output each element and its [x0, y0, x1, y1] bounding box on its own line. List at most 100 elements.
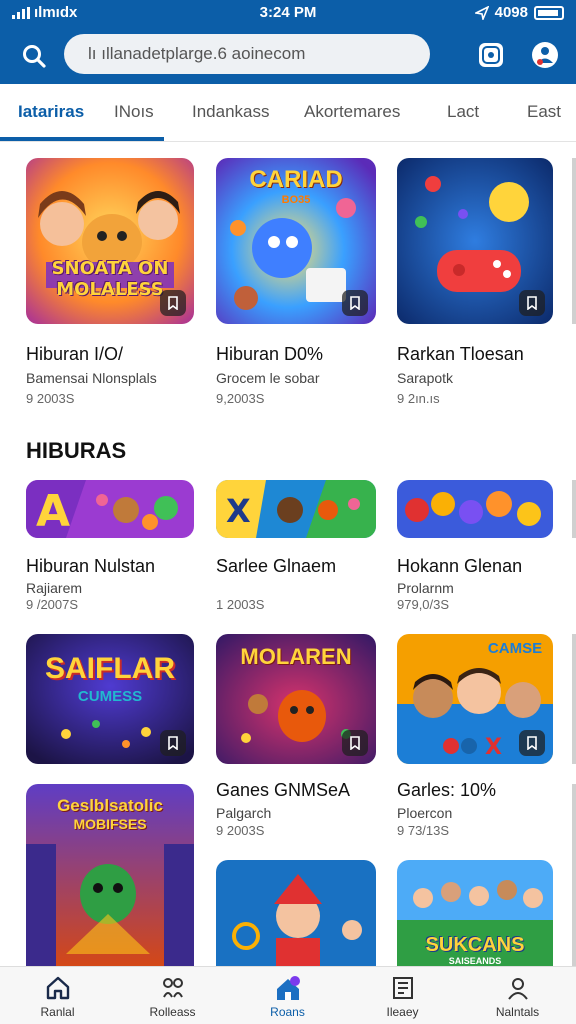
game-subtitle: Prolarnm [397, 580, 454, 596]
account-icon [532, 42, 558, 68]
next-card-peek [572, 784, 576, 966]
house-badge-icon [276, 976, 300, 1000]
game-thumbnail[interactable] [216, 860, 376, 970]
home-icon [46, 976, 69, 1000]
account-button[interactable] [528, 38, 562, 72]
profile-card-button[interactable] [474, 38, 508, 72]
bottom-navigation: Ranlal Rolleass Roans Ileaey Nalntals [0, 966, 576, 1024]
game-card[interactable]: CARIAD BO35 Hiburan D0% Grocem le sobar … [216, 158, 376, 408]
smile-card-icon [479, 43, 503, 67]
bookmark-icon [168, 736, 178, 750]
search-input[interactable]: lı ıllanadetplarge.6 aoinecom [64, 34, 430, 74]
game-thumbnail[interactable]: SUKCANS SAISEANDS [397, 860, 553, 970]
search-button[interactable] [14, 36, 54, 76]
search-input-text: lı ıllanadetplarge.6 aoinecom [88, 44, 306, 63]
game-title: Hiburan D0% [216, 344, 324, 364]
game-thumbnail[interactable]: X CAMSE [397, 634, 553, 764]
nav-ileaey[interactable]: Ileaey [345, 967, 460, 1024]
game-art-subtext: CUMESS [77, 688, 143, 705]
banner-art: X [216, 480, 376, 538]
game-thumbnail[interactable]: SAIFLAR CUMESS [26, 634, 194, 764]
game-art-text: SUKCANS [425, 934, 525, 956]
bookmark-icon [527, 296, 537, 310]
game-card[interactable]: Rarkan Tloesan Sarapotk 9 2ın.ıs [397, 158, 553, 408]
game-art-text: Geslblsatolic [57, 796, 163, 815]
tab-indankass[interactable]: Indankass [192, 102, 270, 122]
game-meta: 9 2003S [26, 391, 75, 406]
bookmark-badge[interactable] [342, 290, 368, 316]
app-header: ılmıdx 3:24 PM 4098 lı ıllanadetplarge.6… [0, 0, 576, 84]
game-banner[interactable]: X [216, 480, 376, 538]
bookmark-icon [527, 736, 537, 750]
game-meta: 1 2003S [216, 597, 265, 612]
location-icon [474, 5, 489, 20]
nav-label: Rolleass [149, 1005, 196, 1019]
game-art-text: MOLAREN [240, 644, 352, 669]
book-icon [392, 977, 413, 999]
game-art [216, 860, 376, 970]
game-banner[interactable]: A [26, 480, 194, 538]
tab-iatariras[interactable]: Iatariras [18, 102, 84, 122]
tab-east[interactable]: East [527, 102, 561, 122]
status-bar: ılmıdx 3:24 PM 4098 [0, 0, 576, 26]
bookmark-badge[interactable] [160, 730, 186, 756]
banner-art: A [26, 480, 194, 538]
game-banner[interactable] [397, 480, 553, 538]
search-icon [23, 45, 46, 68]
game-meta: 9 73/13S [397, 823, 450, 838]
game-subtitle: Bamensai Nlonsplals [26, 370, 157, 386]
game-subtitle: Ploercon [397, 805, 453, 821]
game-card[interactable]: MOLAREN Ganes GNMSeA Palgarch 9 2003S [216, 634, 376, 838]
game-card[interactable]: Hokann Glenan Prolarnm 979,0/3S [397, 480, 553, 620]
game-card[interactable]: X Sarlee Glnaem 1 2003S [216, 480, 376, 620]
nav-roans[interactable]: Roans [230, 967, 345, 1024]
nav-rolleass[interactable]: Rolleass [115, 967, 230, 1024]
game-card[interactable]: SNOATA ON MOLALESS Hiburan I/O/ Bamensai… [26, 158, 194, 408]
game-meta: 9 /2007S [26, 597, 79, 612]
game-title: Hokann Glenan [397, 556, 523, 576]
bookmark-badge[interactable] [519, 730, 545, 756]
game-card[interactable]: SAIFLAR CUMESS [26, 634, 194, 764]
game-subtitle: Grocem le sobar [216, 370, 320, 386]
game-thumbnail[interactable]: CARIAD BO35 [216, 158, 376, 324]
battery-icon [534, 5, 564, 20]
game-thumbnail[interactable]: Geslblsatolic MOBIFSES [26, 784, 194, 974]
game-card[interactable]: Geslblsatolic MOBIFSES [26, 784, 194, 974]
game-art-text: SAIFLAR [45, 652, 175, 685]
bookmark-badge[interactable] [342, 730, 368, 756]
nav-nalntals[interactable]: Nalntals [460, 967, 575, 1024]
next-card-peek [572, 634, 576, 764]
game-title: Ganes GNMSeA [216, 780, 351, 800]
rollers-icon [162, 978, 183, 998]
game-card[interactable] [216, 860, 376, 970]
bookmark-icon [350, 736, 360, 750]
game-card[interactable]: A Hiburan Nulstan Rajiarem 9 /2007S [26, 480, 194, 620]
game-thumbnail[interactable] [397, 158, 553, 324]
game-title: Hiburan Nulstan [26, 556, 156, 576]
tab-lact[interactable]: Lact [447, 102, 479, 122]
game-card[interactable]: X CAMSE Garles: 10% Ploercon 9 73/13S [397, 634, 553, 838]
nav-label: Nalntals [495, 1005, 540, 1019]
nav-label: Ileaey [386, 1005, 419, 1019]
next-card-peek [572, 480, 576, 538]
game-art-subtext: BO35 [281, 194, 311, 206]
nav-ranlal[interactable]: Ranlal [0, 967, 115, 1024]
tab-akortemares[interactable]: Akortemares [304, 102, 400, 122]
nav-label: Roans [270, 1005, 305, 1019]
game-meta: 979,0/3S [397, 597, 450, 612]
game-art-subtext: MOBIFSES [73, 816, 147, 832]
game-thumbnail[interactable]: MOLAREN [216, 634, 376, 764]
game-thumbnail[interactable]: SNOATA ON MOLALESS [26, 158, 194, 324]
game-card[interactable]: SUKCANS SAISEANDS [397, 860, 553, 970]
tab-inois[interactable]: INoıs [114, 102, 154, 122]
next-card-peek [572, 158, 576, 324]
status-right: 4098 [474, 4, 564, 21]
person-icon [507, 978, 528, 1000]
game-subtitle: Sarapotk [397, 370, 454, 386]
game-title: Rarkan Tloesan [397, 344, 524, 364]
game-title: Hiburan I/O/ [26, 344, 124, 364]
bookmark-badge[interactable] [160, 290, 186, 316]
game-title: Sarlee Glnaem [216, 556, 337, 576]
bookmark-icon [168, 296, 178, 310]
bookmark-badge[interactable] [519, 290, 545, 316]
